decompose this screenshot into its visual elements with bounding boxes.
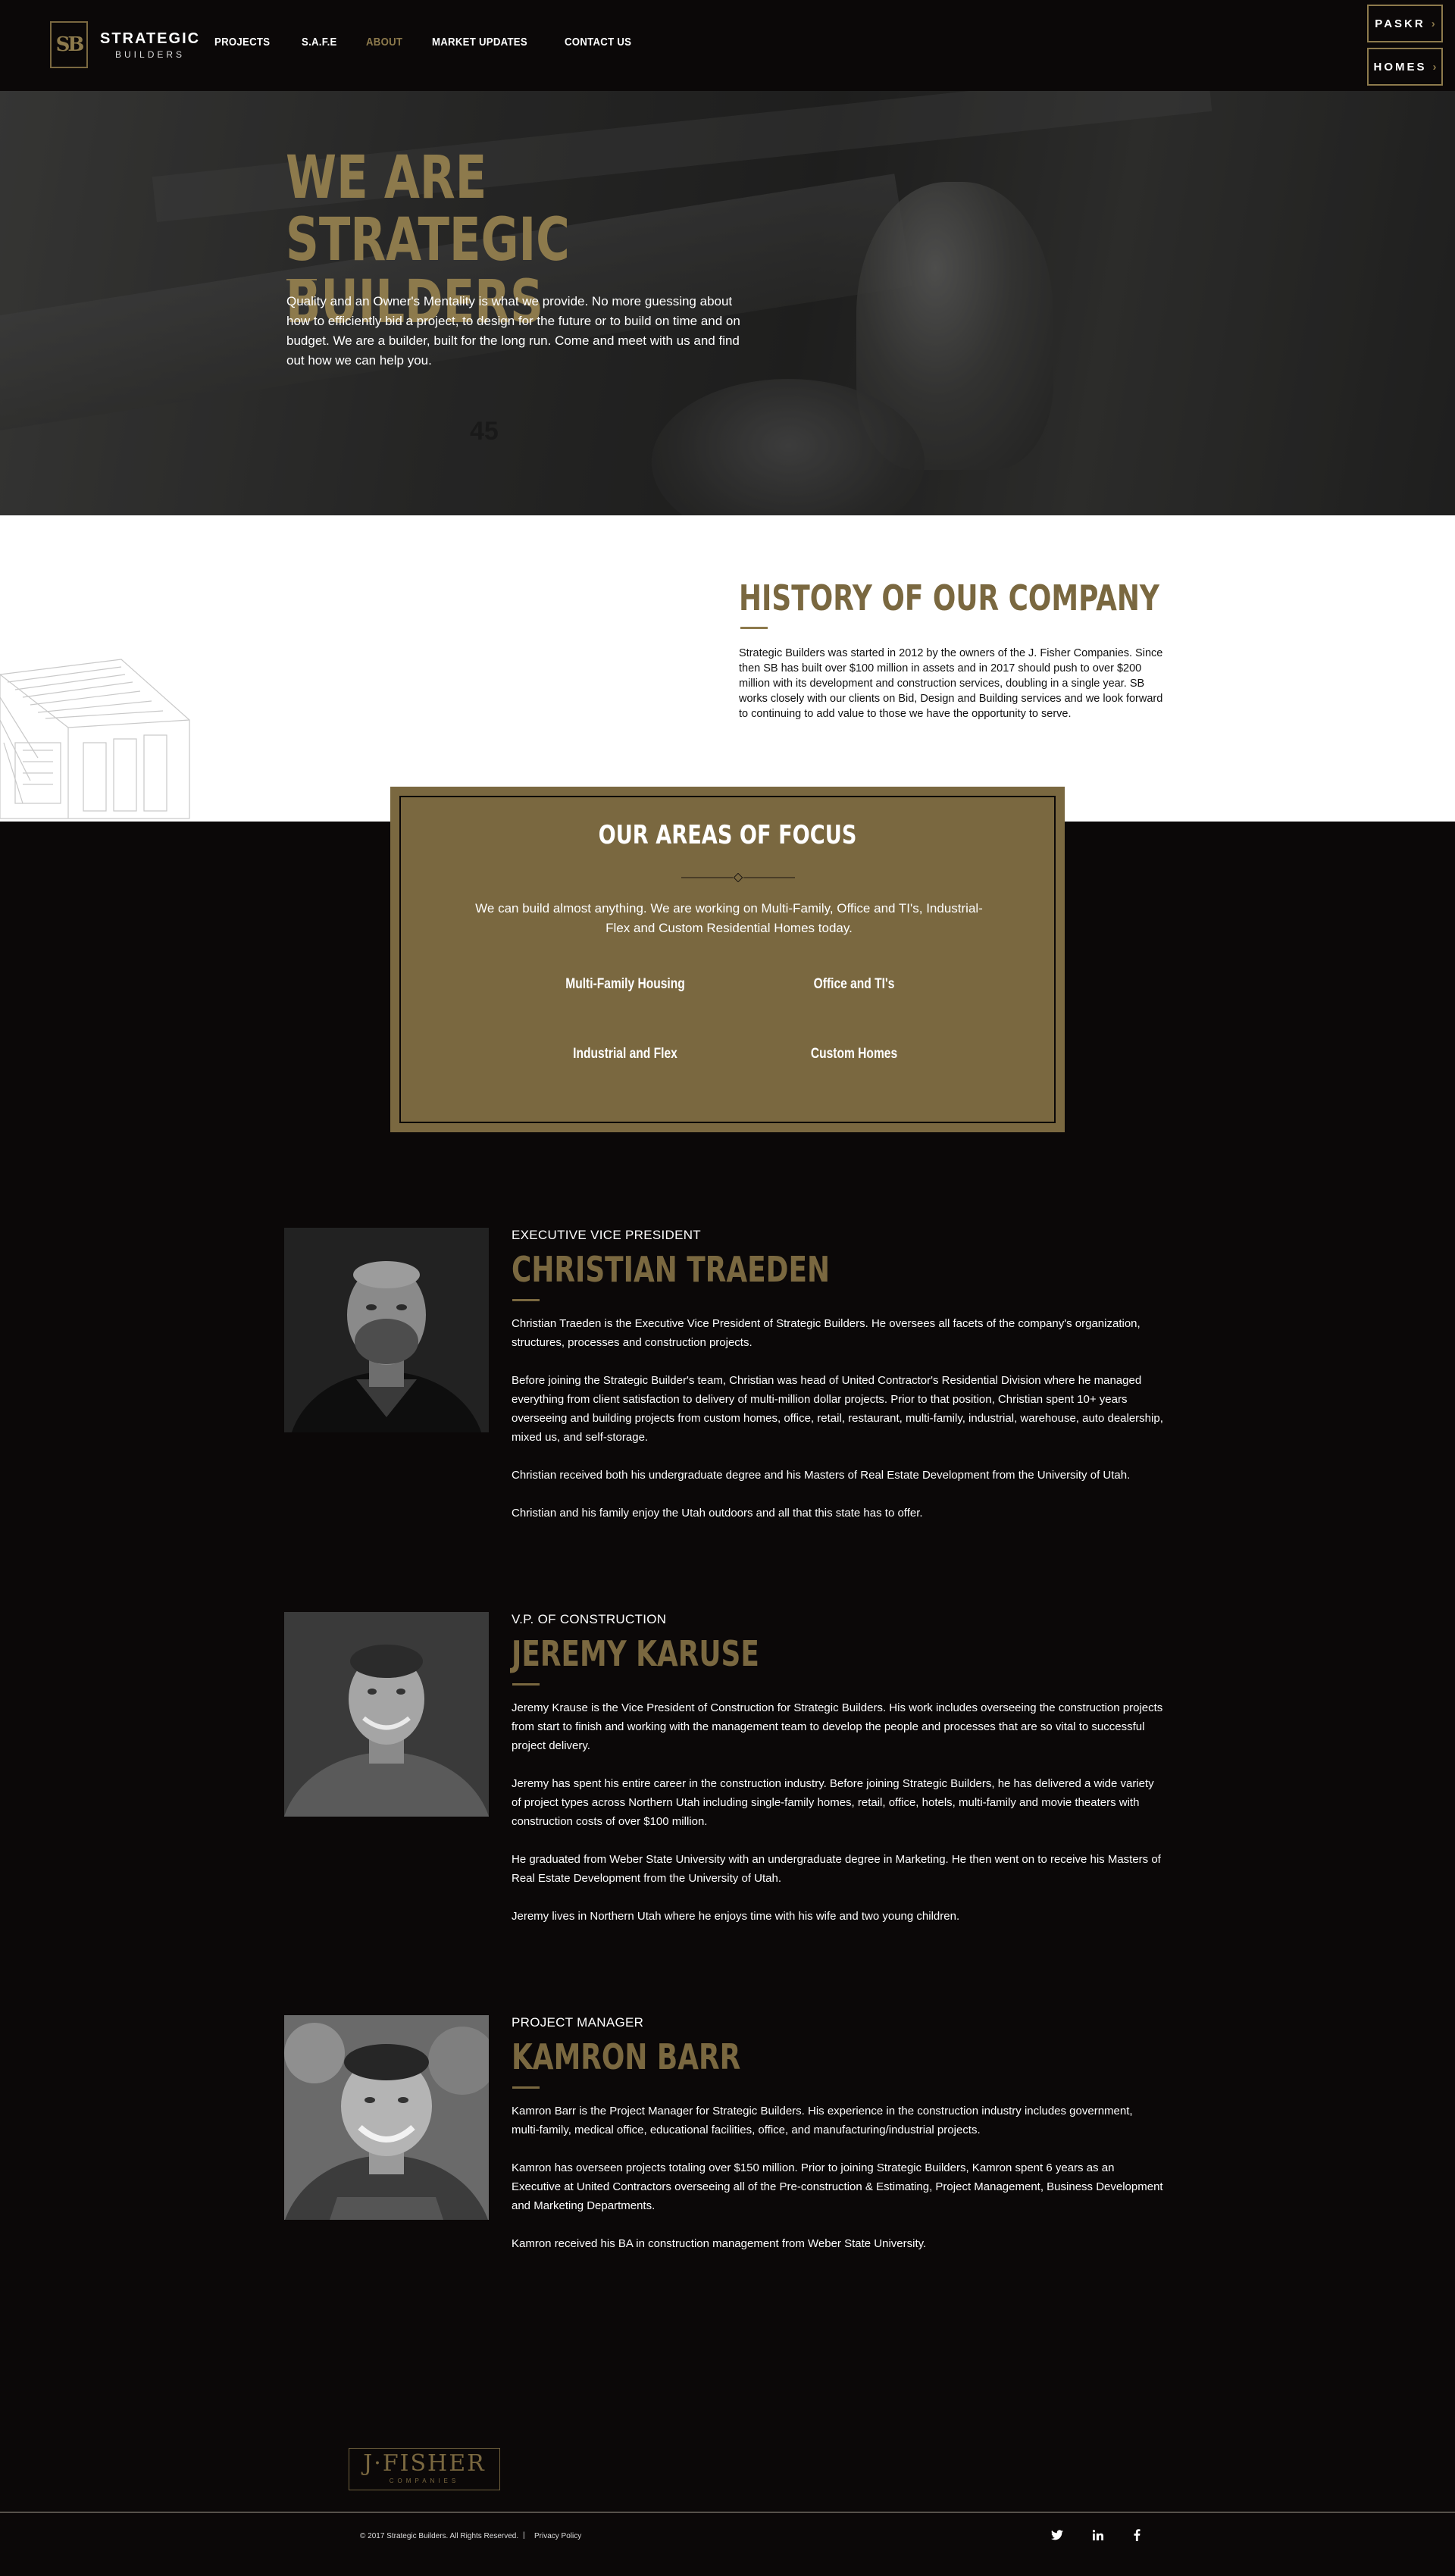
homes-button[interactable]: HOMES › <box>1367 48 1443 86</box>
hero-divider <box>286 279 317 280</box>
member-divider <box>512 1299 540 1301</box>
facebook-icon[interactable] <box>1128 2526 1146 2544</box>
linkedin-icon[interactable] <box>1089 2526 1107 2544</box>
focus-item-multi-family: Multi-Family Housing <box>565 976 685 992</box>
team-member: EXECUTIVE VICE PRESIDENT CHRISTIAN TRAED… <box>284 1228 1171 1531</box>
bio-paragraph: Kamron has overseen projects totaling ov… <box>512 2161 1163 2212</box>
logo-subtitle: BUILDERS <box>115 49 186 60</box>
top-navigation: SB STRATEGIC BUILDERS PROJECTS S.A.F.E A… <box>0 0 1455 91</box>
member-name: KAMRON BARR <box>512 2036 741 2077</box>
focus-description: We can build almost anything. We are wor… <box>475 901 983 935</box>
menu-item-market-updates[interactable]: MARKET UPDATES <box>432 36 527 49</box>
hero-description: Quality and an Owner's Mentality is what… <box>286 294 740 368</box>
menu-item-about[interactable]: ABOUT <box>366 36 402 49</box>
member-name: JEREMY KARUSE <box>512 1633 759 1674</box>
copyright-text: © 2017 Strategic Builders. All Rights Re… <box>360 2532 519 2540</box>
logo-name: STRATEGIC <box>100 30 201 47</box>
bio-paragraph: Christian and his family enjoy the Utah … <box>512 1507 923 1520</box>
focus-item-custom-homes: Custom Homes <box>810 1046 898 1062</box>
member-role: EXECUTIVE VICE PRESIDENT <box>512 1228 701 1242</box>
bio-paragraph: Jeremy has spent his entire career in th… <box>512 1777 1154 1828</box>
member-divider <box>512 2086 540 2089</box>
j-fisher-name: J·FISHER <box>363 2450 486 2477</box>
bio-paragraph: Kamron received his BA in construction m… <box>512 2237 927 2250</box>
focus-item-industrial: Industrial and Flex <box>573 1046 677 1062</box>
team-member: PROJECT MANAGER KAMRON BARR Kamron Barr … <box>284 2015 1171 2273</box>
member-role: PROJECT MANAGER <box>512 2015 644 2030</box>
diamond-divider-icon <box>681 873 795 882</box>
menu-item-projects[interactable]: PROJECTS <box>214 36 270 49</box>
member-name: CHRISTIAN TRAEDEN <box>512 1249 831 1290</box>
logo[interactable]: SB STRATEGIC BUILDERS <box>50 21 200 68</box>
hero-section: 45 WE ARE STRATEGIC BUILDERS Quality and… <box>0 91 1455 515</box>
member-bio: Kamron Barr is the Project Manager for S… <box>512 2102 1163 2272</box>
homes-button-label: HOMES <box>1373 60 1427 74</box>
bio-paragraph: Christian Traeden is the Executive Vice … <box>512 1317 1141 1349</box>
building-sketch-image <box>0 659 190 819</box>
twitter-icon[interactable] <box>1048 2526 1066 2544</box>
bio-paragraph: He graduated from Weber State University… <box>512 1853 1161 1885</box>
history-divider <box>740 627 768 629</box>
bio-paragraph: Before joining the Strategic Builder's t… <box>512 1374 1163 1444</box>
history-description: Strategic Builders was started in 2012 b… <box>739 647 1163 720</box>
logo-mark: SB <box>50 21 88 68</box>
focus-title: OUR AREAS OF FOCUS <box>598 820 857 850</box>
main-menu: PROJECTS S.A.F.E ABOUT MARKET UPDATES CO… <box>214 36 640 49</box>
footer-divider <box>0 2512 1455 2513</box>
member-bio: Jeremy Krause is the Vice President of C… <box>512 1698 1163 1945</box>
chevron-right-icon: › <box>1432 60 1437 74</box>
member-divider <box>512 1683 540 1686</box>
member-bio: Christian Traeden is the Executive Vice … <box>512 1314 1163 1542</box>
bio-paragraph: Jeremy lives in Northern Utah where he e… <box>512 1910 960 1923</box>
privacy-policy-link[interactable]: Privacy Policy <box>534 2532 581 2540</box>
bio-paragraph: Christian received both his undergraduat… <box>512 1469 1131 1482</box>
bio-paragraph: Jeremy Krause is the Vice President of C… <box>512 1701 1163 1752</box>
areas-of-focus-panel: OUR AREAS OF FOCUS We can build almost a… <box>390 787 1065 1132</box>
footer-separator: | <box>523 2531 525 2540</box>
bio-paragraph: Kamron Barr is the Project Manager for S… <box>512 2105 1133 2136</box>
member-role: V.P. OF CONSTRUCTION <box>512 1612 667 1626</box>
paskr-button[interactable]: PASKR › <box>1367 5 1443 42</box>
history-section: HISTORY OF OUR COMPANY Strategic Builder… <box>0 515 1455 822</box>
history-title: HISTORY OF OUR COMPANY <box>739 577 1159 618</box>
menu-item-contact-us[interactable]: CONTACT US <box>565 36 631 49</box>
menu-item-safe[interactable]: S.A.F.E <box>302 36 337 49</box>
member-photo <box>284 2015 489 2220</box>
focus-item-office: Office and TI's <box>813 976 895 992</box>
member-photo <box>284 1612 489 1817</box>
paskr-button-label: PASKR <box>1375 17 1425 30</box>
team-member: V.P. OF CONSTRUCTION JEREMY KARUSE Jerem… <box>284 1612 1171 1930</box>
chevron-right-icon: › <box>1431 17 1435 30</box>
member-photo <box>284 1228 489 1432</box>
j-fisher-logo[interactable]: J·FISHER COMPANIES <box>349 2448 500 2490</box>
